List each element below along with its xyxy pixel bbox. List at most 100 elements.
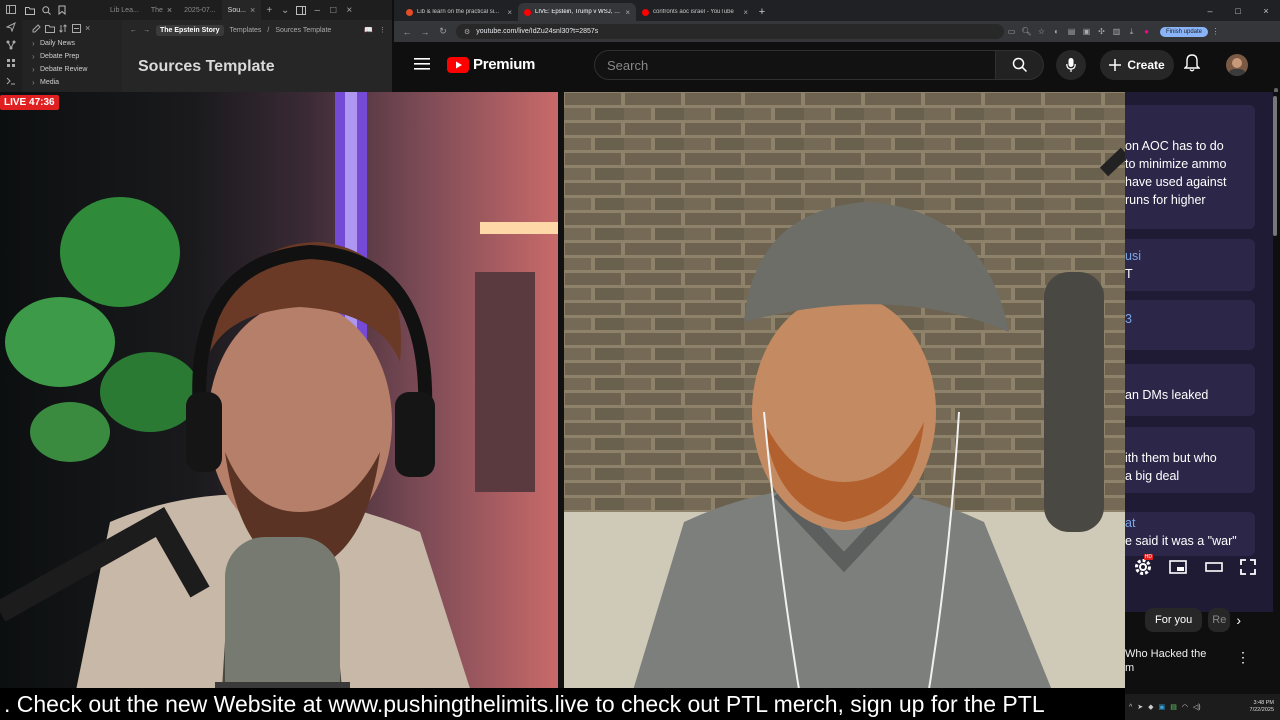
more-options-icon[interactable]: ⋮ [379,26,392,34]
menu-dots-icon[interactable]: ⋮ [1208,27,1223,36]
notes-tab-3[interactable]: 2025-07... [178,0,222,20]
miniplayer-button[interactable] [1169,560,1188,574]
tree-item-daily-news[interactable]: Daily News [22,37,122,50]
notes-tab-2[interactable]: The × [145,0,178,20]
shield-icon[interactable]: ◆ [1148,703,1153,711]
minimize-icon[interactable]: – [309,0,325,20]
maximize-icon[interactable]: □ [1224,6,1252,16]
sidebar-icon[interactable]: ▥ [1109,27,1124,36]
notifications-bell-icon[interactable] [1184,54,1200,72]
tree-item-media[interactable]: Media [22,76,122,89]
close-window-icon[interactable]: × [1252,6,1280,16]
layout-icon[interactable] [293,0,309,20]
reading-view-icon[interactable]: 📖 [364,26,373,34]
close-icon[interactable]: × [625,8,630,17]
search-input[interactable] [595,51,999,79]
browser-tab[interactable]: confronts aoc israel - YouTube × [636,3,754,21]
chip-partial-left[interactable] [1119,608,1139,632]
new-note-icon[interactable] [32,24,41,33]
chat-scrollbar[interactable] [1273,96,1277,236]
address-bar[interactable]: ⚙ youtube.com/live/IdZu24snl30?t=2857s [456,24,1004,39]
profile-avatar[interactable]: ● [1139,27,1154,36]
extension-icon[interactable]: ▤ [1064,27,1079,36]
browser-tab[interactable]: Lib & learn on the practical si... × [400,3,518,21]
breadcrumb-item[interactable]: Templates [230,27,262,34]
recommended-video-title[interactable]: Who Hacked the m [1125,647,1245,675]
forward-arrow-icon[interactable]: → [143,27,150,34]
send-icon[interactable]: ➤ [1137,703,1143,711]
cast-icon[interactable]: ▭ [1004,27,1019,36]
new-tab-icon[interactable]: + [261,0,277,20]
back-arrow-icon[interactable]: ← [398,27,416,37]
puzzle-icon[interactable]: ✣ [1094,27,1109,36]
settings-button[interactable]: HD [1134,554,1153,576]
finish-update-button[interactable]: Finish update [1160,26,1209,37]
forward-arrow-icon[interactable]: → [416,27,434,37]
tree-item-debate-prep[interactable]: Debate Prep [22,50,122,63]
new-tab-icon[interactable]: + [754,3,770,21]
collapse-all-icon[interactable] [72,24,81,33]
account-avatar[interactable] [1226,54,1248,76]
voice-search-button[interactable] [1056,50,1086,80]
chat-message[interactable]: ith them but who a big deal [1125,427,1255,493]
close-icon[interactable]: × [743,8,748,17]
recommended-video[interactable]: Who Hacked the m ⋮ [1125,645,1280,685]
breadcrumb-item[interactable]: The Epstein Story [156,24,224,36]
app-tray-icon[interactable]: ▤ [1170,703,1177,711]
chip-partial[interactable]: Re [1208,608,1231,632]
chat-author[interactable]: 3 [1125,310,1255,328]
breadcrumb-item[interactable]: Sources Template [275,27,331,34]
bookmark-icon[interactable] [54,0,70,20]
chat-message[interactable]: on AOC has to do to minimize ammo have u… [1125,105,1255,229]
chat-message[interactable]: an DMs leaked [1125,364,1255,416]
chevron-right-icon[interactable]: › [1236,612,1241,628]
chat-message[interactable]: 3 [1125,300,1255,350]
sort-icon[interactable] [59,24,68,33]
search-icon[interactable] [38,0,54,20]
graph-icon[interactable] [0,36,22,54]
back-arrow-icon[interactable]: ← [130,27,137,34]
notes-tab-4[interactable]: Sou... × [221,0,262,20]
system-clock[interactable]: 3:48 PM 7/22/2025 [1250,700,1280,714]
maximize-icon[interactable]: □ [325,0,341,20]
bookmark-star-icon[interactable]: ☆ [1034,27,1049,36]
chat-author[interactable]: usi [1125,247,1255,265]
sidebar-toggle-icon[interactable] [0,0,22,18]
zoom-icon[interactable]: 🔍︎ [1019,27,1034,36]
close-icon[interactable]: × [167,5,172,15]
hamburger-menu-icon[interactable] [414,58,430,70]
app-tray-icon[interactable]: ▣ [1159,703,1166,711]
volume-icon[interactable]: ◁) [1193,703,1201,711]
send-icon[interactable] [0,18,22,36]
canvas-icon[interactable] [0,54,22,72]
close-icon[interactable]: × [85,24,90,33]
chat-author[interactable]: at [1125,514,1255,532]
close-icon[interactable]: × [507,8,512,17]
theater-mode-button[interactable] [1204,561,1223,573]
create-button[interactable]: Create [1100,50,1174,80]
reload-icon[interactable]: ↻ [434,26,452,37]
fullscreen-button[interactable] [1240,559,1257,575]
site-info-icon[interactable]: ⚙ [464,28,470,36]
youtube-logo[interactable]: Premium [447,56,535,73]
browser-tab-active[interactable]: LIVE: Epstein, Trump v WSJ, Cli... × [518,3,636,21]
terminal-icon[interactable] [0,72,22,90]
extension-icon[interactable]: ▣ [1079,27,1094,36]
notes-tab-1[interactable]: Lib Lea... [104,0,145,20]
more-vert-icon[interactable]: ⋮ [1236,649,1250,666]
search-button[interactable] [996,50,1044,80]
video-player[interactable]: LIVE 47:36 . Check out the new Website a… [0,92,1125,720]
files-icon[interactable] [22,0,38,20]
close-icon[interactable]: × [250,5,255,15]
search-box[interactable] [594,50,999,80]
minimize-icon[interactable]: – [1196,6,1224,16]
close-window-icon[interactable]: × [341,0,357,20]
new-folder-icon[interactable] [45,24,55,33]
download-icon[interactable]: ⤓ [1124,27,1139,37]
chat-message[interactable]: usi T [1125,239,1255,291]
chip-for-you[interactable]: For you [1145,608,1203,632]
chat-message[interactable]: at e said it was a "war" [1125,512,1255,556]
wifi-icon[interactable]: ◠ [1182,703,1188,711]
chevron-up-icon[interactable]: ^ [1129,704,1132,711]
chevron-down-icon[interactable]: ⌄ [277,0,293,20]
